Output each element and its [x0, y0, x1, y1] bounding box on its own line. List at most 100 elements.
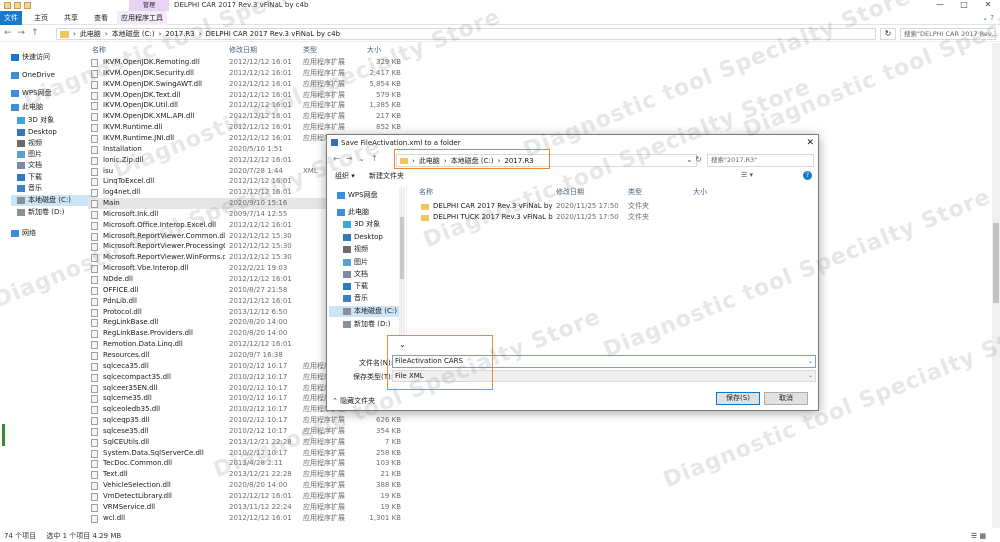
dialog-address-bar[interactable]: › 此电脑 › 本地磁盘 (C:) › 2017.R3 [396, 154, 697, 167]
nav-item-10[interactable]: 音乐 [17, 183, 42, 194]
view-mode-icon[interactable]: ☰ ▾ [741, 171, 753, 179]
dialog-nav-item-7[interactable]: 下载 [343, 281, 368, 292]
nav-item-12[interactable]: 新加卷 (D:) [17, 207, 64, 218]
table-row[interactable]: IKVM.OpenJDK.XML.API.dll 2012/12/12 16:01… [88, 111, 408, 122]
table-row[interactable]: IKVM.OpenJDK.Text.dll 2012/12/12 16:01 应用程… [88, 90, 408, 101]
nav-item-5[interactable]: Desktop [17, 127, 57, 138]
refresh-icon[interactable]: ↻ [880, 28, 896, 40]
nav-item-9[interactable]: 下载 [17, 172, 42, 183]
nav-item-4[interactable]: 3D 对象 [17, 115, 54, 126]
back-arrow-icon[interactable]: ← [333, 154, 340, 163]
scrollbar-thumb[interactable] [400, 217, 404, 279]
dialog-breadcrumb-2017r3[interactable]: 2017.R3 [504, 157, 533, 165]
column-header-size[interactable]: 大小 [367, 45, 381, 55]
nav-item-0[interactable]: 快速访问 [11, 52, 50, 63]
table-row[interactable]: IKVM.Runtime.dll 2012/12/12 16:01 应用程序扩展 85… [88, 122, 408, 133]
nav-item-1[interactable]: OneDrive [11, 70, 55, 81]
search-input[interactable]: 搜索"DELPHI CAR 2017 Rev.3 vFiNaL by c4b" [900, 28, 996, 40]
chevron-down-icon[interactable]: ⌄ [399, 340, 406, 349]
new-folder-button[interactable]: 新建文件夹 [369, 171, 404, 181]
column-header-name[interactable]: 名称 [92, 45, 106, 55]
scrollbar-thumb[interactable] [993, 223, 999, 303]
breadcrumb-2017r3[interactable]: 2017.R3 [165, 30, 194, 38]
minimize-button[interactable]: — [928, 0, 952, 11]
address-bar[interactable]: › 此电脑 › 本地磁盘 (C:) › 2017.R3 › DELPHI CAR… [56, 28, 876, 40]
dialog-nav-item-1[interactable]: 此电脑 [337, 207, 369, 218]
column-header-size[interactable]: 大小 [693, 187, 707, 197]
help-icon[interactable]: ? [803, 171, 812, 180]
properties-icon[interactable] [14, 2, 21, 9]
dialog-nav-item-0[interactable]: WPS网盘 [337, 190, 378, 201]
list-item[interactable]: DELPHI TUCK 2017 Rev.3 vFiNaL by c...202… [411, 212, 731, 223]
maximize-button[interactable]: □ [952, 0, 976, 11]
tab-home[interactable]: 主页 [28, 11, 54, 25]
manage-contextual-tab[interactable]: 管理 [129, 0, 169, 11]
nav-item-11[interactable]: 本地磁盘 (C:) [11, 195, 97, 206]
hide-folders-toggle[interactable]: ⌃ 隐藏文件夹 [332, 396, 375, 406]
column-header-type[interactable]: 类型 [303, 45, 317, 55]
table-row[interactable]: IKVM.OpenJDK.Security.dll 2012/12/12 16:0… [88, 68, 408, 79]
filename-input[interactable]: FileActivation CARS ⌄ [392, 355, 816, 368]
nav-item-6[interactable]: 视频 [17, 138, 42, 149]
table-row[interactable]: Text.dll 2013/12/21 22:28 应用程序扩展 21 KB [88, 469, 408, 480]
dialog-nav-scrollbar[interactable] [399, 187, 405, 335]
dialog-nav-item-4[interactable]: 视频 [343, 244, 368, 255]
dialog-breadcrumb-drive-c[interactable]: 本地磁盘 (C:) [451, 156, 494, 166]
vertical-scrollbar[interactable] [992, 43, 1000, 528]
forward-arrow-icon[interactable]: → [346, 154, 353, 163]
tab-view[interactable]: 查看 [88, 11, 114, 25]
dialog-search-input[interactable]: 搜索"2017.R3" [707, 154, 814, 167]
refresh-icon[interactable]: ⌄ ↻ [686, 155, 702, 164]
chevron-down-icon[interactable]: ⌄ [808, 356, 813, 367]
breadcrumb-current[interactable]: DELPHI CAR 2017 Rev.3 vFiNaL by c4b [206, 30, 340, 38]
table-row[interactable]: IKVM.OpenJDK.SwingAWT.dll 2012/12/12 16:0… [88, 79, 408, 90]
tab-file[interactable]: 文件 [0, 11, 22, 25]
breadcrumb-this-pc[interactable]: 此电脑 [80, 29, 101, 39]
nav-item-3[interactable]: 此电脑 [11, 102, 43, 113]
table-row[interactable]: System.Data.SqlServerCe.dll 2010/2/12 10:… [88, 448, 408, 459]
save-button[interactable]: 保存(S) [716, 392, 760, 405]
new-folder-icon[interactable] [24, 2, 31, 9]
table-row[interactable]: VmDetectLibrary.dll 2012/12/12 16:01 应用程序扩… [88, 491, 408, 502]
table-row[interactable]: SqlCEUtils.dll 2013/12/21 22:28 应用程序扩展 7 KB [88, 437, 408, 448]
cancel-button[interactable]: 取消 [764, 392, 808, 405]
forward-arrow-icon[interactable]: → [18, 28, 26, 38]
nav-item-8[interactable]: 文档 [17, 160, 42, 171]
filetype-select[interactable]: File XML ⌄ [392, 370, 816, 382]
breadcrumb-drive-c[interactable]: 本地磁盘 (C:) [112, 29, 155, 39]
nav-item-7[interactable]: 图片 [17, 149, 42, 160]
table-row[interactable]: TecDoc.Common.dll 2013/4/28 2:11 应用程序扩展 103… [88, 458, 408, 469]
table-row[interactable]: IKVM.OpenJDK.Remoting.dll 2012/12/12 16:0… [88, 57, 408, 68]
table-row[interactable]: sqlceqp35.dll 2010/2/12 10:17 应用程序扩展 626 KB [88, 415, 408, 426]
view-toggle-icons[interactable]: ☰ ▦ [971, 530, 986, 542]
dialog-nav-item-3[interactable]: Desktop [343, 232, 383, 243]
column-header-name[interactable]: 名称 [419, 187, 433, 197]
dialog-nav-item-2[interactable]: 3D 对象 [343, 219, 380, 230]
recent-dropdown-icon[interactable]: ⌄ [358, 154, 365, 163]
chevron-down-icon[interactable]: ⌄ [808, 371, 813, 381]
dialog-nav-item-6[interactable]: 文档 [343, 269, 368, 280]
nav-item-2[interactable]: WPS网盘 [11, 88, 52, 99]
up-arrow-icon[interactable]: ↑ [371, 154, 378, 163]
list-item[interactable]: DELPHI CAR 2017 Rev.3 vFiNaL by c4b2020/… [411, 201, 731, 212]
back-arrow-icon[interactable]: ← [4, 28, 12, 38]
dialog-nav-item-5[interactable]: 图片 [343, 257, 368, 268]
help-icon[interactable]: ⌄ ? [982, 14, 994, 22]
organize-button[interactable]: 组织 ▾ [335, 171, 355, 181]
dialog-breadcrumb-this-pc[interactable]: 此电脑 [419, 156, 440, 166]
column-header-date[interactable]: 修改日期 [229, 45, 257, 55]
dialog-nav-item-9[interactable]: 本地磁盘 (C:) [329, 306, 399, 317]
quick-access-toolbar[interactable] [4, 2, 31, 9]
dialog-close-icon[interactable]: ✕ [806, 135, 814, 151]
column-header-date[interactable]: 修改日期 [556, 187, 584, 197]
close-button[interactable]: ✕ [976, 0, 1000, 11]
table-row[interactable]: IKVM.OpenJDK.Util.dll 2012/12/12 16:01 应用程… [88, 100, 408, 111]
column-header-type[interactable]: 类型 [628, 187, 642, 197]
table-row[interactable]: VRMService.dll 2013/11/12 22:24 应用程序扩展 19 K… [88, 502, 408, 513]
tab-app-tools[interactable]: 应用程序工具 [117, 11, 167, 25]
up-arrow-icon[interactable]: ↑ [31, 28, 39, 38]
dialog-nav-item-8[interactable]: 音乐 [343, 293, 368, 304]
table-row[interactable]: sqlcese35.dll 2010/2/12 10:17 应用程序扩展 354 KB [88, 426, 408, 437]
table-row[interactable]: VehicleSelection.dll 2020/8/20 14:00 应用程序扩… [88, 480, 408, 491]
tab-share[interactable]: 共享 [58, 11, 84, 25]
